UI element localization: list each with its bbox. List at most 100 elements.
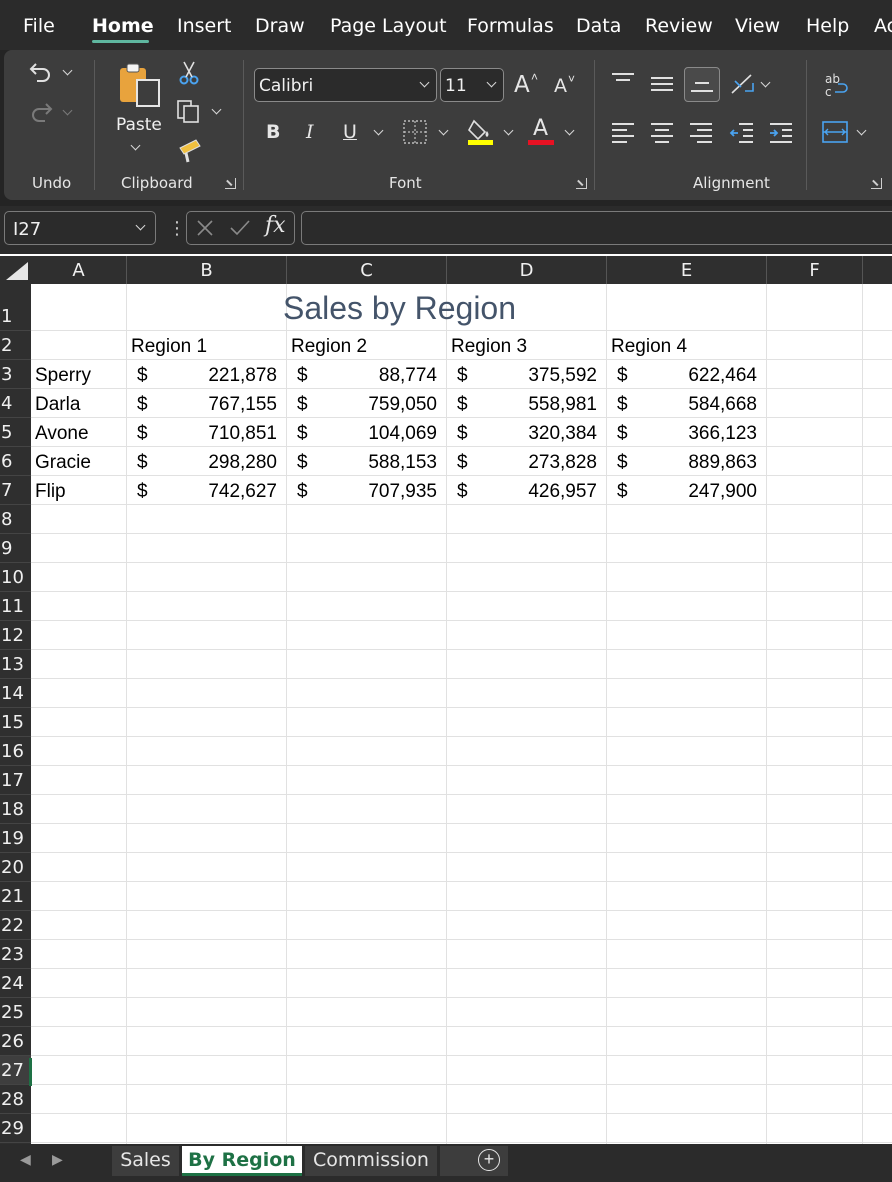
row-header-28[interactable]: 28 <box>0 1085 31 1114</box>
currency-symbol[interactable]: $ <box>457 361 468 390</box>
sales-value-cell[interactable]: 558,981 <box>477 390 597 419</box>
sales-value-cell[interactable]: 273,828 <box>477 448 597 477</box>
row-header-15[interactable]: 15 <box>0 708 31 737</box>
currency-symbol[interactable]: $ <box>137 361 148 390</box>
merge-center-icon[interactable] <box>821 119 849 145</box>
region-header-cell[interactable]: Region 3 <box>451 332 527 361</box>
menu-insert[interactable]: Insert <box>177 15 232 37</box>
column-header-f[interactable]: F <box>767 256 863 284</box>
cut-scissors-icon[interactable] <box>178 60 200 86</box>
currency-symbol[interactable]: $ <box>297 361 308 390</box>
sales-value-cell[interactable]: 710,851 <box>157 419 277 448</box>
currency-symbol[interactable]: $ <box>137 477 148 506</box>
row-header-19[interactable]: 19 <box>0 824 31 853</box>
row-header-5[interactable]: 5 <box>0 418 31 447</box>
formula-bar-grip-icon[interactable]: ⋮ <box>168 218 186 239</box>
sheet-tab-commission[interactable]: Commission <box>305 1146 437 1176</box>
row-header-21[interactable]: 21 <box>0 882 31 911</box>
bold-button[interactable]: B <box>266 121 280 143</box>
column-header-c[interactable]: C <box>287 256 447 284</box>
sales-value-cell[interactable]: 742,627 <box>157 477 277 506</box>
menu-file[interactable]: File <box>23 15 55 37</box>
row-header-4[interactable]: 4 <box>0 389 31 418</box>
sales-value-cell[interactable]: 366,123 <box>637 419 757 448</box>
sales-value-cell[interactable]: 375,592 <box>477 361 597 390</box>
paste-button-label[interactable]: Paste <box>116 115 162 135</box>
column-header-e[interactable]: E <box>607 256 767 284</box>
copy-icon[interactable] <box>176 98 202 124</box>
currency-symbol[interactable]: $ <box>137 448 148 477</box>
decrease-indent-icon[interactable] <box>729 121 755 145</box>
row-header-13[interactable]: 13 <box>0 650 31 679</box>
undo-icon[interactable] <box>28 60 54 84</box>
font-name-dropdown[interactable]: Calibri <box>254 68 437 102</box>
name-cell[interactable]: Sperry <box>35 361 91 390</box>
sales-value-cell[interactable]: 759,050 <box>317 390 437 419</box>
row-header-6[interactable]: 6 <box>0 447 31 476</box>
font-color-button[interactable]: A <box>533 116 548 141</box>
currency-symbol[interactable]: $ <box>457 419 468 448</box>
scroll-tabs-left-icon[interactable]: ◀ <box>20 1151 31 1168</box>
sales-value-cell[interactable]: 88,774 <box>317 361 437 390</box>
sales-value-cell[interactable]: 622,464 <box>637 361 757 390</box>
row-header-17[interactable]: 17 <box>0 766 31 795</box>
name-cell[interactable]: Gracie <box>35 448 91 477</box>
insert-function-fx-icon[interactable]: fx <box>265 213 286 238</box>
currency-symbol[interactable]: $ <box>457 448 468 477</box>
sales-value-cell[interactable]: 320,384 <box>477 419 597 448</box>
currency-symbol[interactable]: $ <box>617 477 628 506</box>
orientation-icon[interactable] <box>729 71 757 97</box>
sales-value-cell[interactable]: 707,935 <box>317 477 437 506</box>
region-header-cell[interactable]: Region 1 <box>131 332 207 361</box>
formula-input[interactable] <box>301 211 892 245</box>
row-header-12[interactable]: 12 <box>0 621 31 650</box>
sheet-tab-by-region[interactable]: By Region <box>182 1146 302 1176</box>
region-header-cell[interactable]: Region 2 <box>291 332 367 361</box>
paste-clipboard-icon[interactable] <box>117 60 163 108</box>
name-cell[interactable]: Avone <box>35 419 89 448</box>
currency-symbol[interactable]: $ <box>297 390 308 419</box>
middle-align-icon[interactable] <box>651 77 673 93</box>
top-align-icon[interactable] <box>612 73 634 89</box>
menu-data[interactable]: Data <box>576 15 621 37</box>
sales-value-cell[interactable]: 298,280 <box>157 448 277 477</box>
menu-formulas[interactable]: Formulas <box>467 15 554 37</box>
row-header-8[interactable]: 8 <box>0 505 31 534</box>
menu-view[interactable]: View <box>735 15 780 37</box>
row-header-22[interactable]: 22 <box>0 911 31 940</box>
row-header-9[interactable]: 9 <box>0 534 31 563</box>
clipboard-dialog-launcher-icon[interactable] <box>225 178 236 189</box>
column-header-d[interactable]: D <box>447 256 607 284</box>
menu-help[interactable]: Help <box>806 15 849 37</box>
add-sheet-icon[interactable]: + <box>478 1149 500 1171</box>
column-header-a[interactable]: A <box>31 256 127 284</box>
font-dialog-launcher-icon[interactable] <box>576 178 587 189</box>
currency-symbol[interactable]: $ <box>617 361 628 390</box>
sales-value-cell[interactable]: 889,863 <box>637 448 757 477</box>
font-size-dropdown[interactable]: 11 <box>440 68 504 102</box>
row-header-23[interactable]: 23 <box>0 940 31 969</box>
currency-symbol[interactable]: $ <box>617 448 628 477</box>
currency-symbol[interactable]: $ <box>137 390 148 419</box>
borders-icon[interactable] <box>402 119 428 145</box>
menu-more[interactable]: Ac <box>874 15 892 37</box>
row-header-18[interactable]: 18 <box>0 795 31 824</box>
region-header-cell[interactable]: Region 4 <box>611 332 687 361</box>
format-painter-icon[interactable] <box>176 136 204 164</box>
row-header-2[interactable]: 2 <box>0 331 31 360</box>
sheet-tab-sales[interactable]: Sales <box>112 1146 179 1176</box>
row-header-20[interactable]: 20 <box>0 853 31 882</box>
scroll-tabs-right-icon[interactable]: ▶ <box>52 1151 63 1168</box>
align-right-icon[interactable] <box>690 123 712 143</box>
sales-value-cell[interactable]: 767,155 <box>157 390 277 419</box>
name-cell[interactable]: Flip <box>35 477 66 506</box>
decrease-font-size-button[interactable]: A <box>554 75 567 97</box>
currency-symbol[interactable]: $ <box>297 419 308 448</box>
cancel-x-icon[interactable] <box>195 218 215 238</box>
currency-symbol[interactable]: $ <box>297 477 308 506</box>
alignment-dialog-launcher-icon[interactable] <box>871 178 882 189</box>
wrap-text-icon[interactable]: ab c <box>823 71 851 99</box>
row-header-11[interactable]: 11 <box>0 592 31 621</box>
menu-home[interactable]: Home <box>92 15 154 37</box>
sales-value-cell[interactable]: 426,957 <box>477 477 597 506</box>
